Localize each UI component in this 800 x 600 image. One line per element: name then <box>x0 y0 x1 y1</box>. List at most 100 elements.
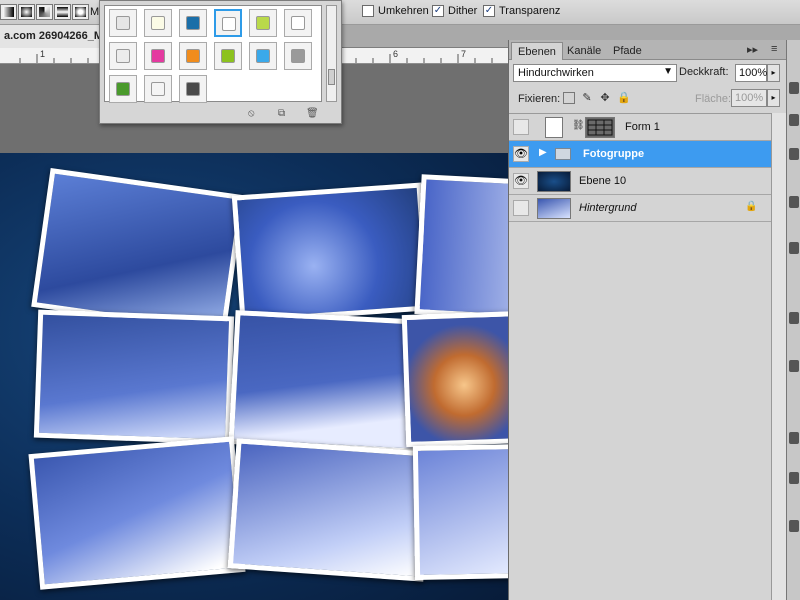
collage-photo <box>412 444 520 580</box>
visibility-toggle[interactable] <box>513 119 529 135</box>
tool-icon[interactable] <box>789 148 799 160</box>
style-swatch-magenta[interactable] <box>144 42 172 70</box>
expand-triangle-icon[interactable]: ▶ <box>539 147 547 158</box>
layer-row-form-1[interactable]: ⛓ Form 1 <box>509 114 771 141</box>
right-tool-strip <box>786 40 800 600</box>
style-swatch-gray[interactable] <box>284 42 312 70</box>
gradient-diamond-button[interactable] <box>72 4 89 20</box>
style-swatch-blue-square[interactable] <box>179 9 207 37</box>
document-canvas[interactable] <box>0 153 520 600</box>
swatch-color <box>256 49 270 63</box>
lock-transparent-icon[interactable] <box>563 92 575 104</box>
fill-input[interactable]: 100% <box>731 89 767 107</box>
collage-photo <box>33 309 235 445</box>
gradient-angle-button[interactable] <box>36 4 53 20</box>
dither-checkbox[interactable]: ✓ Dither <box>432 5 477 17</box>
swatch-color <box>116 82 130 96</box>
document-tab[interactable]: a.com 26904266_M. <box>0 25 114 48</box>
transparency-box[interactable]: ✓ <box>483 5 495 17</box>
fill-stepper[interactable]: ▸ <box>767 89 780 107</box>
tool-icon[interactable] <box>789 312 799 324</box>
style-swatch-silver[interactable] <box>109 42 137 70</box>
lock-icon[interactable]: 🔒 <box>617 92 631 104</box>
swatch-color <box>256 16 270 30</box>
swatch-color <box>291 16 305 30</box>
tool-icon[interactable] <box>789 472 799 484</box>
layer-row-ebene-10[interactable]: 👁 Ebene 10 <box>509 168 771 195</box>
new-style-icon[interactable]: ⧉ <box>278 108 285 119</box>
tab-channels[interactable]: Kanäle <box>561 42 607 60</box>
swatch-color <box>222 17 236 31</box>
style-swatch-white-selected[interactable] <box>214 9 242 37</box>
ruler-label: 6 <box>393 49 399 59</box>
gradient-reflected-button[interactable] <box>54 4 71 20</box>
tool-icon[interactable] <box>789 520 799 532</box>
style-swatch-white[interactable] <box>284 9 312 37</box>
style-swatch-light-gray[interactable] <box>109 9 137 37</box>
style-swatch-grid <box>104 5 322 103</box>
style-swatch-green[interactable] <box>214 42 242 70</box>
tool-icon[interactable] <box>789 114 799 126</box>
collage-photo <box>231 182 431 324</box>
layer-thumbnail <box>537 171 571 192</box>
folder-icon <box>555 148 571 160</box>
tool-icon[interactable] <box>789 82 799 94</box>
chevron-down-icon: ▼ <box>663 66 673 77</box>
panel-tab-strip: Ebenen Kanäle Pfade ▸▸ ≡ <box>509 40 787 60</box>
shape-grid-thumbnail <box>585 117 615 138</box>
tool-icon[interactable] <box>789 432 799 444</box>
transparency-label: Transparenz <box>499 5 561 17</box>
layer-name: Fotogruppe <box>583 148 645 160</box>
delete-style-icon[interactable]: 🗑 <box>306 108 319 119</box>
swatch-color <box>151 49 165 63</box>
collapse-panel-icon[interactable]: ▸▸ <box>747 43 758 56</box>
style-swatch-white-gradient[interactable] <box>144 75 172 103</box>
invert-checkbox[interactable]: Umkehren <box>362 5 429 17</box>
gradient-linear-button[interactable] <box>0 4 17 20</box>
transparency-checkbox[interactable]: ✓ Transparenz <box>483 5 560 17</box>
swatch-color <box>151 16 165 30</box>
style-swatch-charcoal[interactable] <box>179 75 207 103</box>
invert-label: Umkehren <box>378 5 429 17</box>
tool-icon[interactable] <box>789 242 799 254</box>
invert-box[interactable] <box>362 5 374 17</box>
style-swatch-dark-green[interactable] <box>109 75 137 103</box>
swatch-color <box>151 82 165 96</box>
tool-icon[interactable] <box>789 196 799 208</box>
blend-mode-select[interactable]: Hindurchwirken ▼ <box>513 64 677 82</box>
style-swatch-sky-blue[interactable] <box>249 42 277 70</box>
tool-icon[interactable] <box>789 360 799 372</box>
swatch-color <box>291 49 305 63</box>
layer-name: Ebene 10 <box>579 175 627 187</box>
style-picker-popup: ⦸ ⧉ 🗑 <box>99 0 342 124</box>
tab-paths[interactable]: Pfade <box>607 42 648 60</box>
swatch-color <box>116 49 130 63</box>
layer-row-fotogruppe[interactable]: 👁 ▶ Fotogruppe <box>509 141 771 168</box>
reset-icon[interactable]: ⦸ <box>248 108 255 119</box>
picker-scrollbar[interactable] <box>326 5 337 102</box>
style-swatch-pale-yellow[interactable] <box>144 9 172 37</box>
layers-scrollbar[interactable] <box>771 113 787 600</box>
panel-menu-icon[interactable]: ≡ <box>771 43 777 55</box>
eye-icon[interactable]: 👁 <box>513 173 529 189</box>
visibility-toggle[interactable] <box>513 200 529 216</box>
layer-row-hintergrund[interactable]: Hintergrund 🔒 <box>509 195 771 222</box>
opacity-stepper[interactable]: ▸ <box>767 64 780 82</box>
layers-list: ⛓ Form 1 👁 ▶ Fotogruppe 👁 Ebene 10 Hinte… <box>509 113 771 600</box>
swatch-color <box>186 49 200 63</box>
tab-layers[interactable]: Ebenen <box>511 42 563 60</box>
layer-thumbnail <box>537 198 571 219</box>
blend-mode-value: Hindurchwirken <box>518 67 594 79</box>
ruler-label: 1 <box>40 49 46 59</box>
dither-box[interactable]: ✓ <box>432 5 444 17</box>
style-swatch-lime-green[interactable] <box>249 9 277 37</box>
eye-icon[interactable]: 👁 <box>513 146 529 162</box>
fill-label: Fläche: <box>695 93 732 105</box>
mode-label: M <box>90 6 100 18</box>
picker-scroll-thumb[interactable] <box>328 69 335 85</box>
opacity-input[interactable]: 100% <box>735 64 767 82</box>
move-icon[interactable]: ✥ <box>599 92 611 104</box>
style-swatch-orange[interactable] <box>179 42 207 70</box>
gradient-radial-button[interactable] <box>18 4 35 20</box>
brush-icon[interactable]: ✎ <box>581 92 593 104</box>
